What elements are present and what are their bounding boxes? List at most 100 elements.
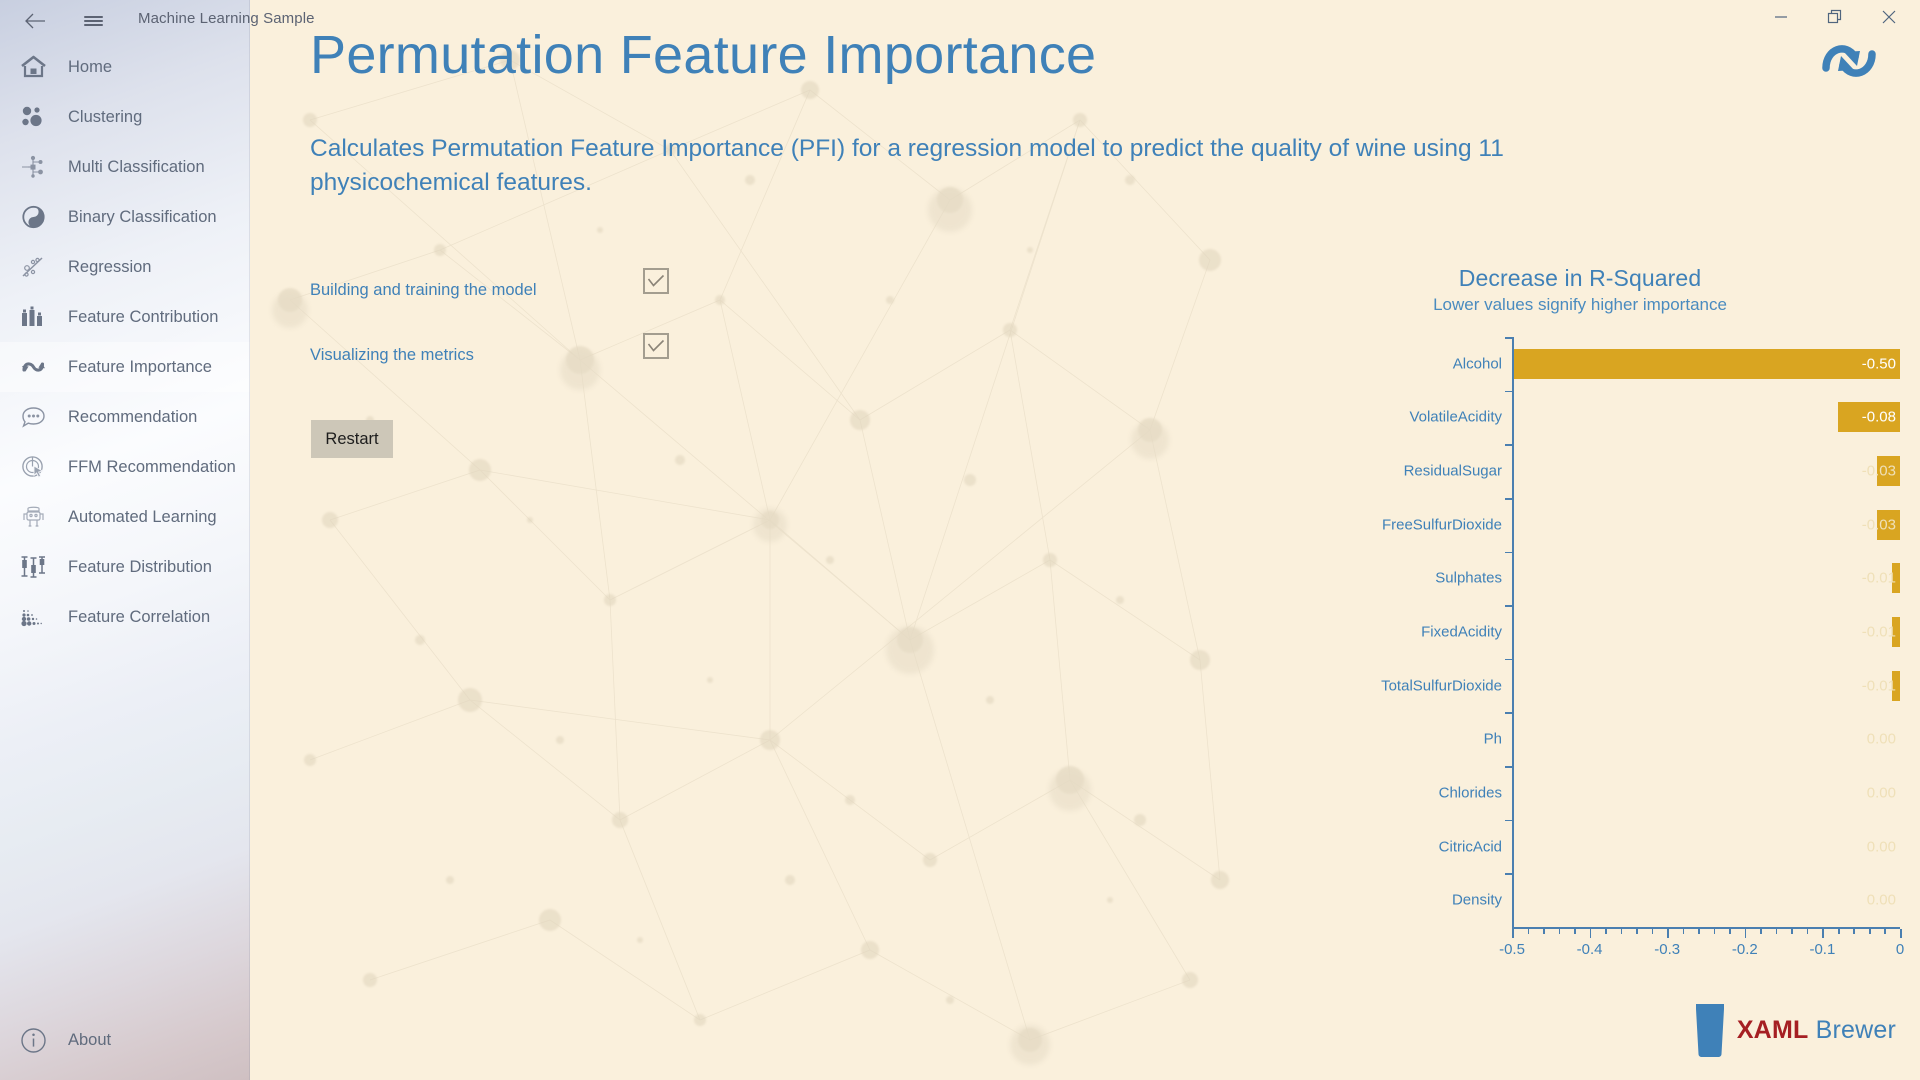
progress-steps: Building and training the model Visualiz…: [310, 258, 790, 388]
sidebar-item-regression[interactable]: Regression: [0, 242, 250, 292]
chart-x-tick-minor: [1837, 928, 1840, 934]
page-description: Calculates Permutation Feature Importanc…: [310, 135, 1504, 196]
chart-x-tick-major: [1822, 928, 1824, 938]
sidebar-item-label: Feature Distribution: [68, 557, 212, 576]
sidebar-item-label: FFM Recommendation: [68, 457, 236, 476]
brand-name-xaml: XAML: [1736, 1015, 1809, 1044]
chart-category-label: Ph: [1483, 730, 1502, 748]
multi-classification-icon: [12, 150, 54, 184]
chart-x-tick-minor: [1791, 928, 1793, 934]
hamburger-line: [83, 20, 103, 22]
title-bar: Machine Learning Sample: [0, 0, 1920, 42]
chart-bar-value-label: -0.03: [1861, 516, 1896, 534]
chart-x-tick-minor: [1729, 928, 1731, 934]
sidebar-item-feature-distribution[interactable]: Feature Distribution: [0, 542, 250, 592]
chart-x-tick-label: -0.2: [1731, 941, 1758, 958]
chart-y-tick: [1505, 658, 1513, 661]
chart-bar-value-label: 0.00: [1866, 730, 1896, 748]
brand-text: XAML Brewer: [1737, 1016, 1896, 1045]
chart-x-axis-line: [1512, 927, 1900, 929]
sidebar-item-recommendation[interactable]: Recommendation: [0, 392, 250, 442]
chart-x-tick-minor: [1713, 928, 1716, 934]
chart-bar-value-label: 0.00: [1866, 891, 1896, 909]
clustering-icon: [12, 100, 54, 134]
sidebar-item-binary-classification[interactable]: Binary Classification: [0, 192, 250, 242]
chart-y-tick: [1505, 819, 1513, 822]
app-window: Machine Learning Sample Home Clustering …: [0, 0, 1920, 1080]
chart-x-tick-major: [1667, 928, 1669, 938]
sidebar-item-about[interactable]: About: [0, 1015, 250, 1065]
chart-x-tick-minor: [1605, 928, 1607, 934]
sidebar-item-clustering[interactable]: Clustering: [0, 92, 250, 142]
sidebar-item-multi-classification[interactable]: Multi Classification: [0, 142, 250, 192]
chart-x-tick-label: -0.4: [1576, 941, 1603, 958]
back-button[interactable]: [14, 4, 56, 38]
sidebar-item-feature-contribution[interactable]: Feature Contribution: [0, 292, 250, 342]
feature-importance-icon: [12, 350, 54, 384]
chart-plot-area: -0.50 -0.08 -0.03 -0.03 -0.01 -0.01 -0.01 0.00 0…: [1513, 337, 1900, 927]
sidebar-item-label: Clustering: [68, 107, 143, 126]
maximize-restore-button[interactable]: [1812, 0, 1858, 34]
chart-bar: [1513, 348, 1900, 379]
chart-y-tick: [1505, 766, 1513, 768]
beer-glass-icon: [1695, 1004, 1724, 1057]
chart-y-tick: [1505, 873, 1513, 875]
chart-x-tick-minor: [1620, 928, 1623, 934]
checkbox-building-model[interactable]: [643, 268, 669, 294]
chart-x-tick-minor: [1543, 928, 1545, 934]
close-button[interactable]: [1866, 0, 1912, 34]
chart-category-label: FixedAcidity: [1421, 623, 1502, 641]
chart-category-label: TotalSulfurDioxide: [1381, 677, 1502, 695]
chart-x-tick-major: [1512, 928, 1514, 938]
step-row-build: Building and training the model: [310, 258, 790, 323]
chart-y-tick: [1505, 605, 1513, 607]
chart-x-tick-major: [1900, 928, 1902, 938]
step-label: Visualizing the metrics: [310, 346, 474, 364]
recommendation-icon: [12, 400, 54, 434]
chart-x-tick-major: [1589, 928, 1592, 938]
chart-x-tick-minor: [1574, 928, 1576, 934]
feature-importance-chart: Decrease in R-Squared Lower values signi…: [1260, 265, 1904, 1005]
sidebar-item-ffm-recommendation[interactable]: FFM Recommendation: [0, 442, 250, 492]
chart-category-label: Sulphates: [1435, 569, 1502, 587]
sidebar-item-feature-correlation[interactable]: Feature Correlation: [0, 592, 250, 642]
sidebar-item-label: Feature Correlation: [68, 607, 211, 626]
checkbox-visualizing-metrics[interactable]: [643, 333, 669, 359]
chart-bar-value-label: -0.03: [1861, 462, 1896, 480]
feature-correlation-icon: [12, 600, 54, 634]
minimize-button[interactable]: [1758, 0, 1804, 34]
chart-y-tick: [1505, 712, 1513, 715]
chart-x-tick-label: -0.1: [1809, 941, 1836, 958]
sidebar-item-label: Multi Classification: [68, 157, 205, 176]
binary-classification-icon: [12, 200, 54, 234]
chart-x-tick-minor: [1884, 928, 1887, 934]
chart-x-tick-label: -0.3: [1654, 941, 1681, 958]
chart-x-tick-minor: [1868, 928, 1871, 934]
brand-name-brewer: Brewer: [1808, 1015, 1896, 1044]
hamburger-icon[interactable]: [72, 4, 114, 38]
chart-bar-value-label: -0.01: [1861, 623, 1896, 641]
chart-category-axis: Alcohol VolatileAcidity ResidualSugar FreeS…: [1260, 337, 1512, 927]
chart-subtitle: Lower values signify higher importance: [1433, 295, 1727, 314]
chart-x-tick-label: 0: [1895, 941, 1905, 958]
feature-contribution-icon: [12, 300, 54, 334]
feature-distribution-icon: [12, 550, 54, 584]
chart-x-tick-minor: [1682, 928, 1685, 934]
restart-button[interactable]: Restart: [311, 420, 393, 458]
sidebar-item-automated-learning[interactable]: Automated Learning: [0, 492, 250, 542]
chart-category-label: FreeSulfurDioxide: [1381, 516, 1502, 534]
chart-y-tick: [1505, 337, 1513, 339]
sidebar-item-home[interactable]: Home: [0, 42, 250, 92]
chart-x-tick-minor: [1806, 928, 1809, 934]
chart-y-tick: [1505, 497, 1513, 500]
chart-category-label: Density: [1451, 891, 1502, 909]
ffm-recommendation-icon: [12, 450, 54, 484]
main-content: Permutation Feature Importance Calculate…: [250, 0, 1920, 1080]
chart-bar-value-label: 0.00: [1866, 784, 1896, 802]
chart-x-tick-minor: [1636, 928, 1638, 934]
chart-bar-value-label: 0.00: [1866, 838, 1896, 856]
chart-y-tick: [1505, 551, 1513, 554]
chart-x-tick-label: -0.5: [1499, 941, 1525, 958]
chart-bar-value-label: -0.01: [1861, 569, 1896, 587]
sidebar-item-feature-importance[interactable]: Feature Importance: [0, 342, 250, 392]
